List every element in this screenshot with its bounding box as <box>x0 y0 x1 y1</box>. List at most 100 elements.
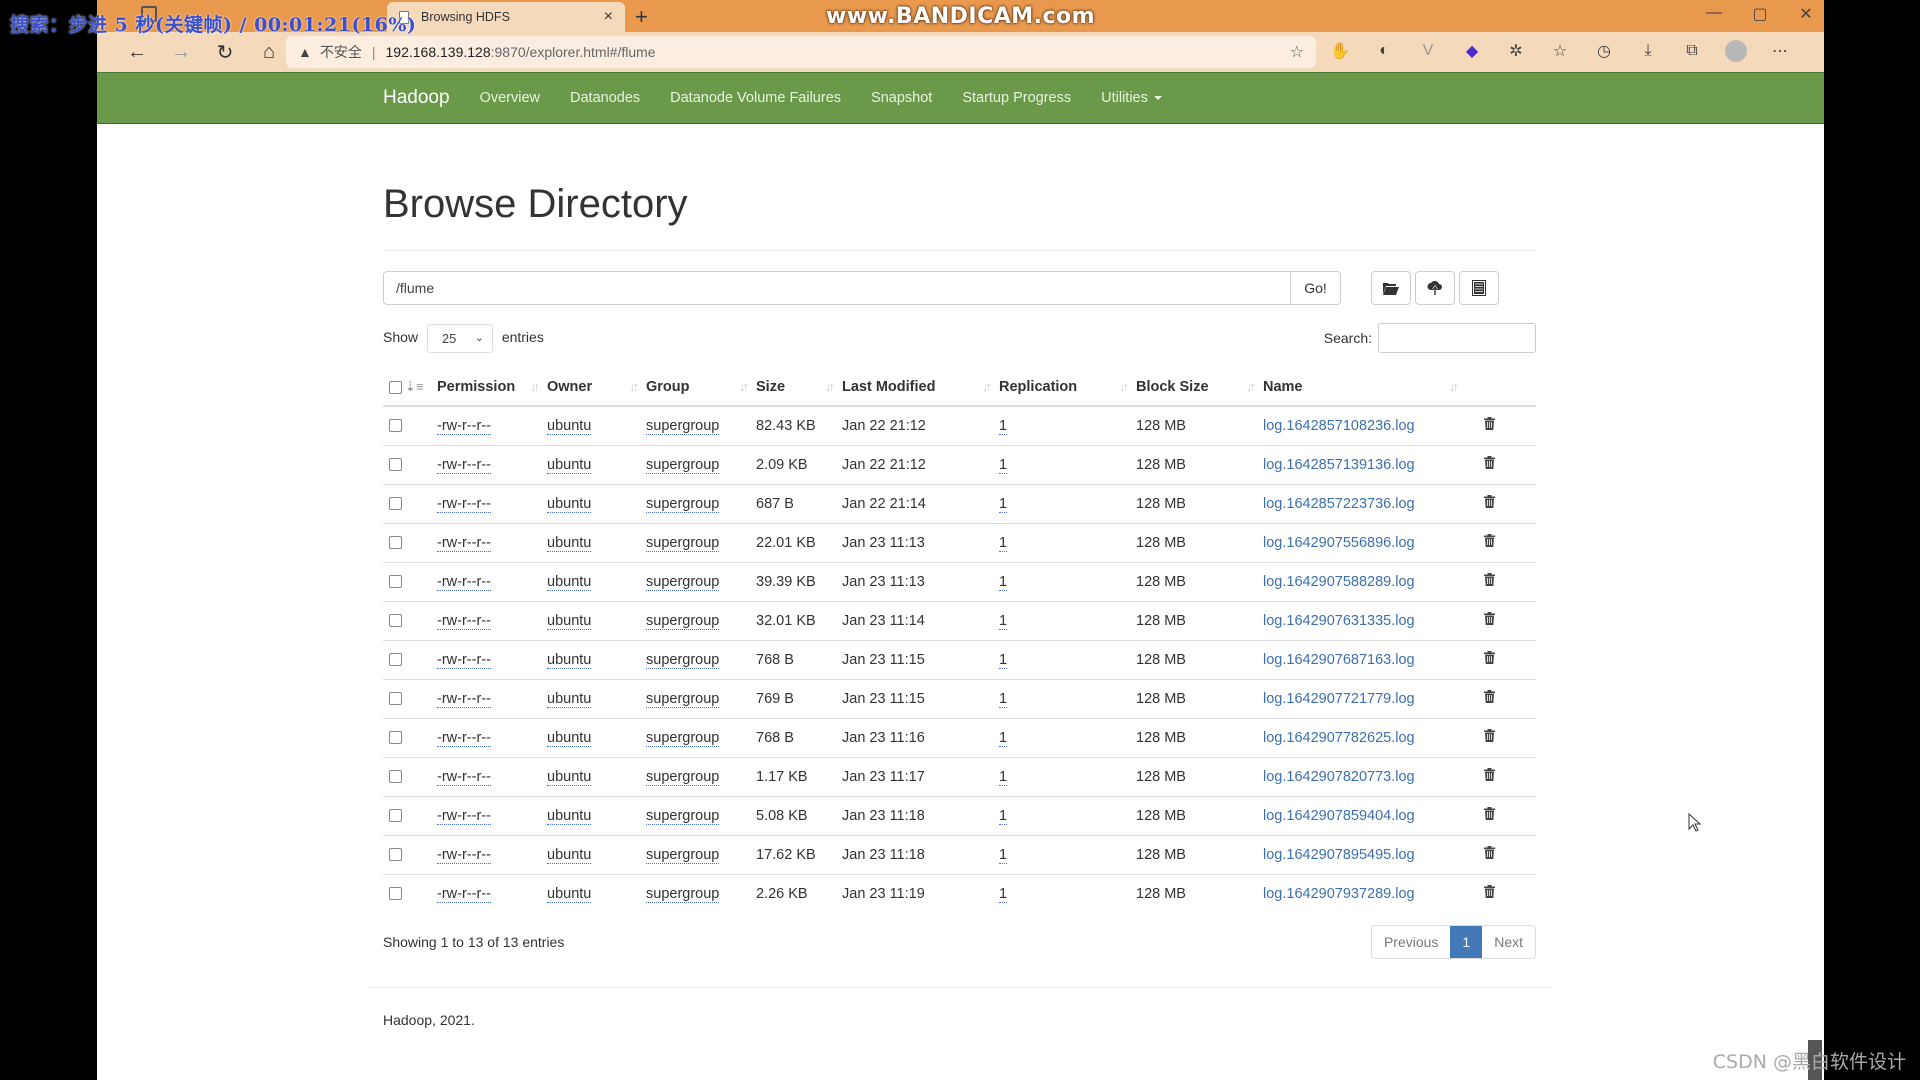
row-checkbox[interactable] <box>389 731 402 745</box>
profile-avatar[interactable] <box>1725 40 1747 62</box>
back-button[interactable]: ← <box>115 41 159 64</box>
col-group[interactable]: Group ↓↑ <box>646 369 756 407</box>
stack-extension-icon[interactable]: ◆ <box>1461 40 1483 62</box>
favorites-icon[interactable]: ☆ <box>1549 40 1571 62</box>
file-name-link[interactable]: log.1642907782625.log <box>1263 730 1415 746</box>
col-size[interactable]: Size ↓↑ <box>756 369 842 407</box>
file-name-link[interactable]: log.1642857108236.log <box>1263 418 1415 434</box>
owner-value[interactable]: ubuntu <box>547 651 592 669</box>
group-value[interactable]: supergroup <box>646 612 720 630</box>
permission-value[interactable]: -rw-r--r-- <box>437 612 491 630</box>
delete-trash-icon[interactable] <box>1484 768 1495 781</box>
file-name-link[interactable]: log.1642907859404.log <box>1263 808 1415 824</box>
security-label[interactable]: 不安全 <box>320 42 362 62</box>
delete-trash-icon[interactable] <box>1484 417 1495 431</box>
file-name-link[interactable]: log.1642907556896.log <box>1263 535 1415 551</box>
owner-value[interactable]: ubuntu <box>547 573 592 591</box>
file-name-link[interactable]: log.1642857223736.log <box>1263 496 1415 512</box>
owner-value[interactable]: ubuntu <box>547 885 592 903</box>
row-checkbox[interactable] <box>389 770 402 784</box>
owner-value[interactable]: ubuntu <box>547 456 592 474</box>
row-checkbox[interactable] <box>389 692 402 706</box>
group-value[interactable]: supergroup <box>646 573 720 591</box>
row-checkbox[interactable] <box>389 653 402 667</box>
replication-value[interactable]: 1 <box>999 651 1008 669</box>
col-last-modified[interactable]: Last Modified ↓↑ <box>842 369 999 407</box>
replication-value[interactable]: 1 <box>999 729 1008 747</box>
replication-value[interactable]: 1 <box>999 807 1008 825</box>
owner-value[interactable]: ubuntu <box>547 729 592 747</box>
download-icon[interactable]: ⤓ <box>1637 40 1659 62</box>
replication-value[interactable]: 1 <box>999 573 1008 591</box>
nav-datanodes[interactable]: Datanodes <box>570 90 640 106</box>
new-tab-button[interactable]: + <box>635 4 648 30</box>
permission-value[interactable]: -rw-r--r-- <box>437 690 491 708</box>
nav-overview[interactable]: Overview <box>480 90 540 106</box>
row-checkbox[interactable] <box>389 536 402 550</box>
row-checkbox[interactable] <box>389 848 402 862</box>
permission-value[interactable]: -rw-r--r-- <box>437 768 491 786</box>
col-replication[interactable]: Replication ↓↑ <box>999 369 1136 407</box>
select-all-checkbox[interactable] <box>389 380 402 394</box>
group-value[interactable]: supergroup <box>646 807 720 825</box>
close-window-button[interactable]: ✕ <box>1798 4 1814 24</box>
replication-value[interactable]: 1 <box>999 534 1008 552</box>
previous-page-button[interactable]: Previous <box>1372 926 1450 958</box>
address-bar[interactable]: ▲ 不安全 | 192.168.139.128 :9870/explorer.h… <box>286 36 1316 68</box>
file-name-link[interactable]: log.1642907895495.log <box>1263 847 1415 863</box>
go-button[interactable]: Go! <box>1291 271 1341 305</box>
replication-value[interactable]: 1 <box>999 612 1008 630</box>
permission-value[interactable]: -rw-r--r-- <box>437 651 491 669</box>
file-name-link[interactable]: log.1642907588289.log <box>1263 574 1415 590</box>
owner-value[interactable]: ubuntu <box>547 768 592 786</box>
row-checkbox[interactable] <box>389 575 402 589</box>
sort-default-header[interactable]: ⇣≡ <box>405 369 437 407</box>
permission-value[interactable]: -rw-r--r-- <box>437 846 491 864</box>
delete-trash-icon[interactable] <box>1484 846 1495 859</box>
owner-value[interactable]: ubuntu <box>547 846 592 864</box>
row-checkbox[interactable] <box>389 419 402 433</box>
delete-trash-icon[interactable] <box>1484 612 1495 625</box>
delete-trash-icon[interactable] <box>1484 651 1495 664</box>
group-value[interactable]: supergroup <box>646 495 720 513</box>
nav-datanode-volume-failures[interactable]: Datanode Volume Failures <box>670 90 841 106</box>
delete-trash-icon[interactable] <box>1484 729 1495 742</box>
owner-value[interactable]: ubuntu <box>547 534 592 552</box>
group-value[interactable]: supergroup <box>646 846 720 864</box>
directory-path-input[interactable] <box>383 271 1291 305</box>
group-value[interactable]: supergroup <box>646 417 720 435</box>
owner-value[interactable]: ubuntu <box>547 612 592 630</box>
owner-value[interactable]: ubuntu <box>547 495 592 513</box>
permission-value[interactable]: -rw-r--r-- <box>437 417 491 435</box>
permission-value[interactable]: -rw-r--r-- <box>437 495 491 513</box>
maximize-button[interactable]: ▢ <box>1752 4 1768 24</box>
replication-value[interactable]: 1 <box>999 417 1008 435</box>
group-value[interactable]: supergroup <box>646 768 720 786</box>
more-menu-icon[interactable]: ⋯ <box>1769 40 1791 62</box>
file-name-link[interactable]: log.1642907721779.log <box>1263 691 1415 707</box>
tab-close-button[interactable]: × <box>604 8 613 26</box>
replication-value[interactable]: 1 <box>999 495 1008 513</box>
group-value[interactable]: supergroup <box>646 456 720 474</box>
v-extension-icon[interactable]: V <box>1417 40 1439 62</box>
row-checkbox[interactable] <box>389 497 402 511</box>
nav-utilities-dropdown[interactable]: Utilities <box>1101 90 1162 106</box>
brand-link[interactable]: Hadoop <box>383 87 450 109</box>
add-favorite-icon[interactable]: ☆ <box>1290 42 1304 62</box>
minimize-button[interactable]: — <box>1706 4 1722 24</box>
delete-trash-icon[interactable] <box>1484 573 1495 586</box>
group-value[interactable]: supergroup <box>646 885 720 903</box>
permission-value[interactable]: -rw-r--r-- <box>437 885 491 903</box>
search-input[interactable] <box>1378 323 1536 353</box>
delete-trash-icon[interactable] <box>1484 456 1495 469</box>
permission-value[interactable]: -rw-r--r-- <box>437 456 491 474</box>
row-checkbox[interactable] <box>389 809 402 823</box>
row-checkbox[interactable] <box>389 458 402 472</box>
delete-trash-icon[interactable] <box>1484 807 1495 820</box>
delete-trash-icon[interactable] <box>1484 885 1495 899</box>
col-block-size[interactable]: Block Size ↓↑ <box>1136 369 1263 407</box>
next-page-button[interactable]: Next <box>1482 926 1535 958</box>
group-value[interactable]: supergroup <box>646 651 720 669</box>
row-checkbox[interactable] <box>389 887 402 901</box>
replication-value[interactable]: 1 <box>999 690 1008 708</box>
